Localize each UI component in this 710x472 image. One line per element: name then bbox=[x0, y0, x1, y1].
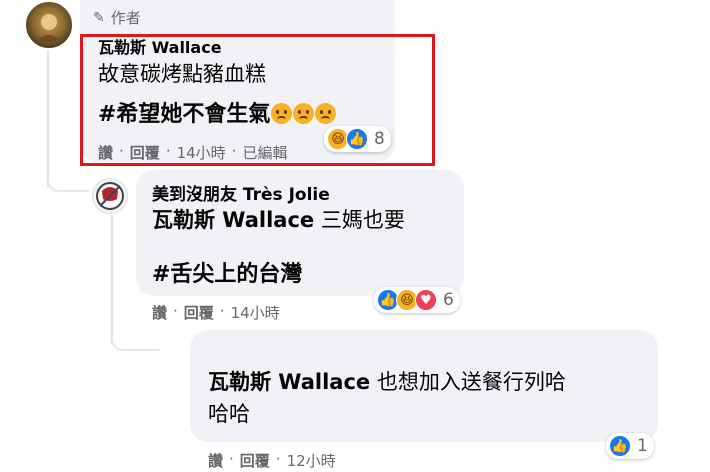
comment-text: 瓦勒斯 Wallace 三媽也要 bbox=[152, 206, 405, 234]
comment-text: 瓦勒斯 Wallace 也想加入送餐行列哈 bbox=[208, 368, 566, 396]
comment-body: 也想加入送餐行列哈 bbox=[376, 370, 566, 394]
reply-link[interactable]: 回覆 bbox=[130, 142, 160, 163]
comment-actions: 讚 · 回覆 · 14小時 · 已編輯 bbox=[98, 142, 288, 163]
comment-text-continued: 哈哈 bbox=[208, 402, 250, 426]
mention-link[interactable]: 瓦勒斯 Wallace bbox=[208, 370, 370, 394]
avatar[interactable] bbox=[24, 0, 74, 50]
reply-link[interactable]: 回覆 bbox=[184, 302, 214, 323]
comment-hashtag: #希望她不會生氣 bbox=[98, 96, 337, 128]
sad-face-icon bbox=[271, 103, 293, 124]
like-link[interactable]: 讚 bbox=[152, 302, 167, 323]
comment-author[interactable]: 瓦勒斯 Wallace bbox=[98, 34, 222, 58]
like-link[interactable]: 讚 bbox=[208, 450, 223, 471]
reaction-count: 6 bbox=[443, 290, 454, 310]
hashtag-link[interactable]: #希望她不會生氣 bbox=[98, 102, 270, 127]
like-link[interactable]: 讚 bbox=[98, 142, 113, 163]
edited-label: 已編輯 bbox=[242, 144, 288, 162]
like-reaction-icon: 👍 bbox=[346, 128, 368, 150]
avatar-image bbox=[36, 14, 62, 42]
like-reaction-icon: 👍 bbox=[609, 435, 631, 457]
reaction-count: 1 bbox=[637, 436, 648, 456]
reaction-summary[interactable]: 👍 😆 ♥ 6 bbox=[374, 287, 460, 313]
hashtag-link[interactable]: #舌尖上的台灣 bbox=[152, 256, 302, 288]
comment-author[interactable]: 美到沒朋友 Très Jolie bbox=[152, 180, 330, 205]
avatar[interactable] bbox=[92, 178, 128, 214]
comment-body: 三媽也要 bbox=[320, 208, 405, 232]
mention-link[interactable]: 瓦勒斯 Wallace bbox=[152, 208, 314, 232]
thread-line bbox=[47, 48, 49, 188]
sad-face-icon bbox=[315, 103, 337, 124]
thread-line bbox=[111, 215, 113, 345]
thread-connector bbox=[47, 174, 89, 192]
reaction-count: 8 bbox=[374, 129, 385, 149]
author-badge: ✎ 作者 bbox=[93, 7, 141, 28]
timestamp[interactable]: 14小時 bbox=[177, 142, 226, 163]
author-badge-label: 作者 bbox=[110, 9, 141, 27]
avatar-image bbox=[96, 182, 124, 210]
avatar[interactable] bbox=[158, 340, 192, 374]
reply-link[interactable]: 回覆 bbox=[240, 450, 270, 471]
timestamp[interactable]: 12小時 bbox=[287, 450, 336, 471]
comment-actions: 讚 · 回覆 · 14小時 bbox=[152, 302, 280, 323]
comment-text: 故意碳烤點豬血糕 bbox=[98, 62, 266, 86]
reaction-summary[interactable]: 😆 👍 8 bbox=[324, 126, 391, 152]
love-reaction-icon: ♥ bbox=[415, 289, 437, 311]
sad-face-icon bbox=[293, 103, 315, 124]
comment-actions: 讚 · 回覆 · 12小時 bbox=[208, 450, 336, 471]
pencil-icon: ✎ bbox=[93, 9, 105, 26]
reaction-summary[interactable]: 👍 1 bbox=[606, 433, 654, 459]
timestamp[interactable]: 14小時 bbox=[231, 302, 280, 323]
